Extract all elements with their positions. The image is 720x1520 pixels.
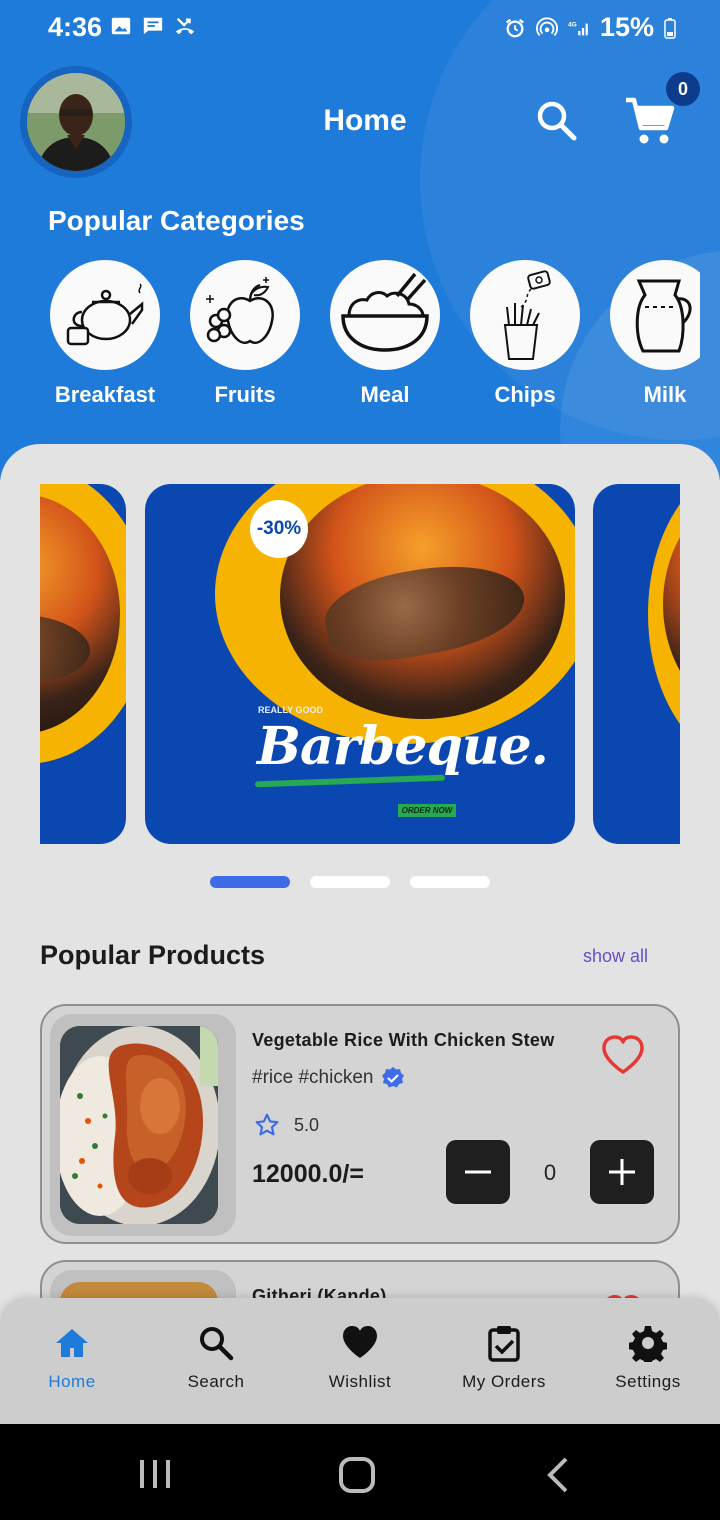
quantity-value: 0 xyxy=(543,1160,557,1185)
hotspot-icon xyxy=(535,16,558,36)
product-card[interactable]: Vegetable Rice With Chicken Stew #rice #… xyxy=(40,1004,680,1244)
category-label: Breakfast xyxy=(54,382,156,407)
category-fruits[interactable]: Fruits xyxy=(190,260,300,408)
category-label: Chips xyxy=(494,382,556,407)
promo-slide-next[interactable] xyxy=(593,484,680,844)
category-breakfast[interactable]: Breakfast xyxy=(50,260,160,408)
decrease-quantity-button[interactable] xyxy=(446,1140,510,1204)
product-name: Vegetable Rice With Chicken Stew xyxy=(252,1030,555,1050)
promo-slide-prev[interactable] xyxy=(40,484,126,844)
nav-label: Settings xyxy=(615,1372,681,1391)
order-now-button[interactable]: ORDER NOW xyxy=(398,804,456,817)
nav-my-orders[interactable]: My Orders xyxy=(432,1298,576,1424)
bottom-navigation: Home Search Wishlist My Orders Settings xyxy=(0,1298,720,1424)
home-button-icon[interactable] xyxy=(338,1456,376,1494)
nav-settings[interactable]: Settings xyxy=(576,1298,720,1424)
category-meal[interactable]: Meal xyxy=(330,260,440,408)
heart-icon xyxy=(343,1326,377,1358)
nav-search[interactable]: Search xyxy=(144,1298,288,1424)
category-icon-container xyxy=(50,260,160,370)
page-title: Home xyxy=(323,104,407,137)
alarm-icon xyxy=(506,18,524,37)
system-navigation-bar xyxy=(0,1424,720,1520)
search-icon[interactable] xyxy=(534,98,578,142)
header: 4:36 4G 15% Home 0 Popular Categories Br… xyxy=(0,0,720,480)
missed-call-icon xyxy=(175,17,195,35)
plus-icon xyxy=(609,1159,635,1185)
battery-icon xyxy=(664,17,676,39)
carousel-dot[interactable] xyxy=(310,876,390,888)
status-bar: 4:36 4G 15% xyxy=(0,0,720,56)
avatar-photo xyxy=(27,73,125,171)
banner-kicker: REALLY GOOD xyxy=(258,705,324,715)
home-icon xyxy=(56,1329,88,1357)
promo-slide-active[interactable]: -30% REALLY GOOD Barbeque. ORDER NOW xyxy=(145,484,575,844)
recent-apps-icon[interactable] xyxy=(138,1458,172,1490)
categories-title: Popular Categories xyxy=(48,205,305,236)
product-price: 12000.0/= xyxy=(252,1160,364,1188)
category-label: Milk xyxy=(643,382,687,407)
category-label: Meal xyxy=(360,382,410,407)
popular-products-title: Popular Products xyxy=(40,940,266,970)
fruits-icon xyxy=(206,277,274,344)
rice-bowl-icon xyxy=(341,272,429,352)
gear-icon xyxy=(629,1326,667,1362)
gallery-icon xyxy=(111,17,131,35)
profile-avatar-button[interactable] xyxy=(20,66,132,178)
nav-wishlist[interactable]: Wishlist xyxy=(288,1298,432,1424)
category-icon-container xyxy=(610,260,700,370)
carousel-dot[interactable] xyxy=(410,876,490,888)
categories-list: Breakfast Fruits Meal Chips Milk xyxy=(50,260,700,420)
product-tags-text: #rice #chicken xyxy=(252,1067,374,1088)
product-rating: 5.0 xyxy=(254,1112,319,1138)
cart-count-badge: 0 xyxy=(666,72,700,106)
back-icon[interactable] xyxy=(544,1456,572,1494)
product-tags: #rice #chicken xyxy=(252,1066,405,1090)
nav-label: My Orders xyxy=(462,1372,546,1391)
nav-label: Wishlist xyxy=(328,1372,392,1391)
teapot-icon xyxy=(66,283,144,346)
nav-home[interactable]: Home xyxy=(0,1298,144,1424)
promo-carousel[interactable]: -30% REALLY GOOD Barbeque. ORDER NOW xyxy=(40,484,680,844)
message-icon xyxy=(143,17,163,35)
cart-icon[interactable] xyxy=(624,96,676,146)
banner-title: Barbeque. xyxy=(257,716,549,777)
battery-level: 15% xyxy=(599,12,654,42)
increase-quantity-button[interactable] xyxy=(590,1140,654,1204)
minus-icon xyxy=(465,1170,491,1174)
banner-food-image xyxy=(280,484,565,719)
show-all-link[interactable]: show all xyxy=(583,946,648,967)
category-icon-container xyxy=(190,260,300,370)
product-image-frame xyxy=(50,1014,236,1236)
clipboard-check-icon xyxy=(488,1326,520,1362)
star-outline-icon xyxy=(255,1113,279,1136)
category-label: Fruits xyxy=(214,382,276,407)
category-icon-container xyxy=(330,260,440,370)
category-milk[interactable]: Milk xyxy=(610,260,700,408)
avatar xyxy=(27,73,125,171)
category-icon-container xyxy=(470,260,580,370)
discount-badge: -30% xyxy=(250,500,308,558)
product-rating-value: 5.0 xyxy=(294,1114,320,1135)
svg-text:4G: 4G xyxy=(568,21,577,28)
status-time: 4:36 xyxy=(48,12,103,42)
carousel-dot-active[interactable] xyxy=(210,876,290,888)
category-chips[interactable]: Chips xyxy=(470,260,580,408)
milk-jug-icon xyxy=(635,279,692,353)
verified-icon xyxy=(382,1067,405,1088)
nav-label: Home xyxy=(48,1372,96,1391)
favorite-heart-icon[interactable] xyxy=(600,1034,646,1076)
status-notification-icons xyxy=(110,15,196,37)
nav-label: Search xyxy=(187,1372,245,1391)
search-icon xyxy=(200,1327,234,1361)
carousel-indicator xyxy=(210,876,490,888)
signal-icon: 4G xyxy=(568,21,588,35)
product-image xyxy=(60,1026,218,1224)
fries-icon xyxy=(503,270,551,360)
status-system-icons: 4G 15% xyxy=(504,12,676,43)
